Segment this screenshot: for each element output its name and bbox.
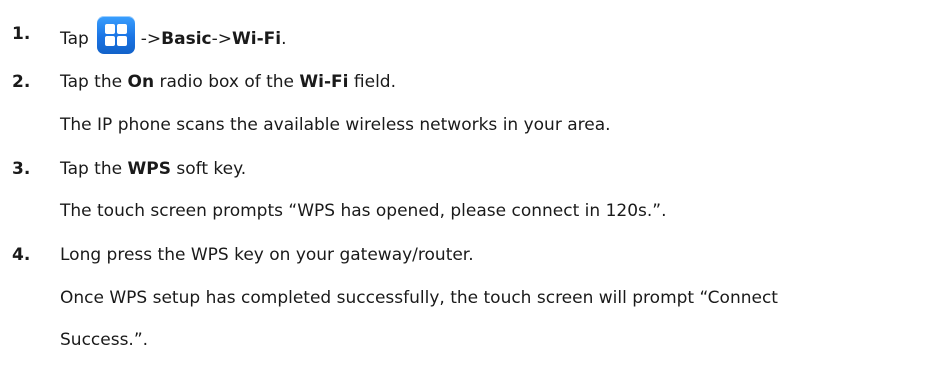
text-segment: soft key. <box>170 159 247 179</box>
step-4: 4. Long press the WPS key on your gatewa… <box>0 245 947 275</box>
step-text: Tap the On radio box of the Wi-Fi field. <box>60 72 396 92</box>
step-number: 2. <box>12 72 31 92</box>
wps-label: WPS <box>127 159 171 179</box>
text-segment: Tap the <box>60 72 128 92</box>
step-3: 3. Tap the WPS soft key. <box>0 159 947 189</box>
arrow-2: -> <box>211 29 233 49</box>
menu-grid-icon <box>96 16 135 54</box>
step-3-note: The touch screen prompts “WPS has opened… <box>60 201 667 221</box>
menu-wifi: Wi-Fi <box>232 29 282 49</box>
wifi-label: Wi-Fi <box>299 72 349 92</box>
step-2: 2. Tap the On radio box of the Wi-Fi fie… <box>0 72 947 102</box>
text-segment: field. <box>348 72 396 92</box>
step-4-note-line-2: Success.”. <box>60 330 149 350</box>
step-text: Tap the WPS soft key. <box>60 159 246 179</box>
text-segment: Tap the <box>60 159 128 179</box>
menu-basic: Basic <box>161 29 212 49</box>
step-number: 4. <box>12 245 31 265</box>
step-4-note-line-1: Once WPS setup has completed successfull… <box>60 288 778 308</box>
step-text: Tap ->Basic->Wi-Fi. <box>60 16 287 54</box>
step-2-note: The IP phone scans the available wireles… <box>60 115 611 135</box>
on-label: On <box>127 72 155 92</box>
tap-label: Tap <box>60 29 89 49</box>
arrow-1: -> <box>140 29 162 49</box>
step-text: Long press the WPS key on your gateway/r… <box>60 245 474 265</box>
step-1: 1. Tap ->Basic->Wi-Fi. <box>0 14 947 54</box>
text-segment: radio box of the <box>154 72 300 92</box>
step-number: 3. <box>12 159 31 179</box>
period: . <box>281 29 287 49</box>
step-number: 1. <box>12 24 31 44</box>
